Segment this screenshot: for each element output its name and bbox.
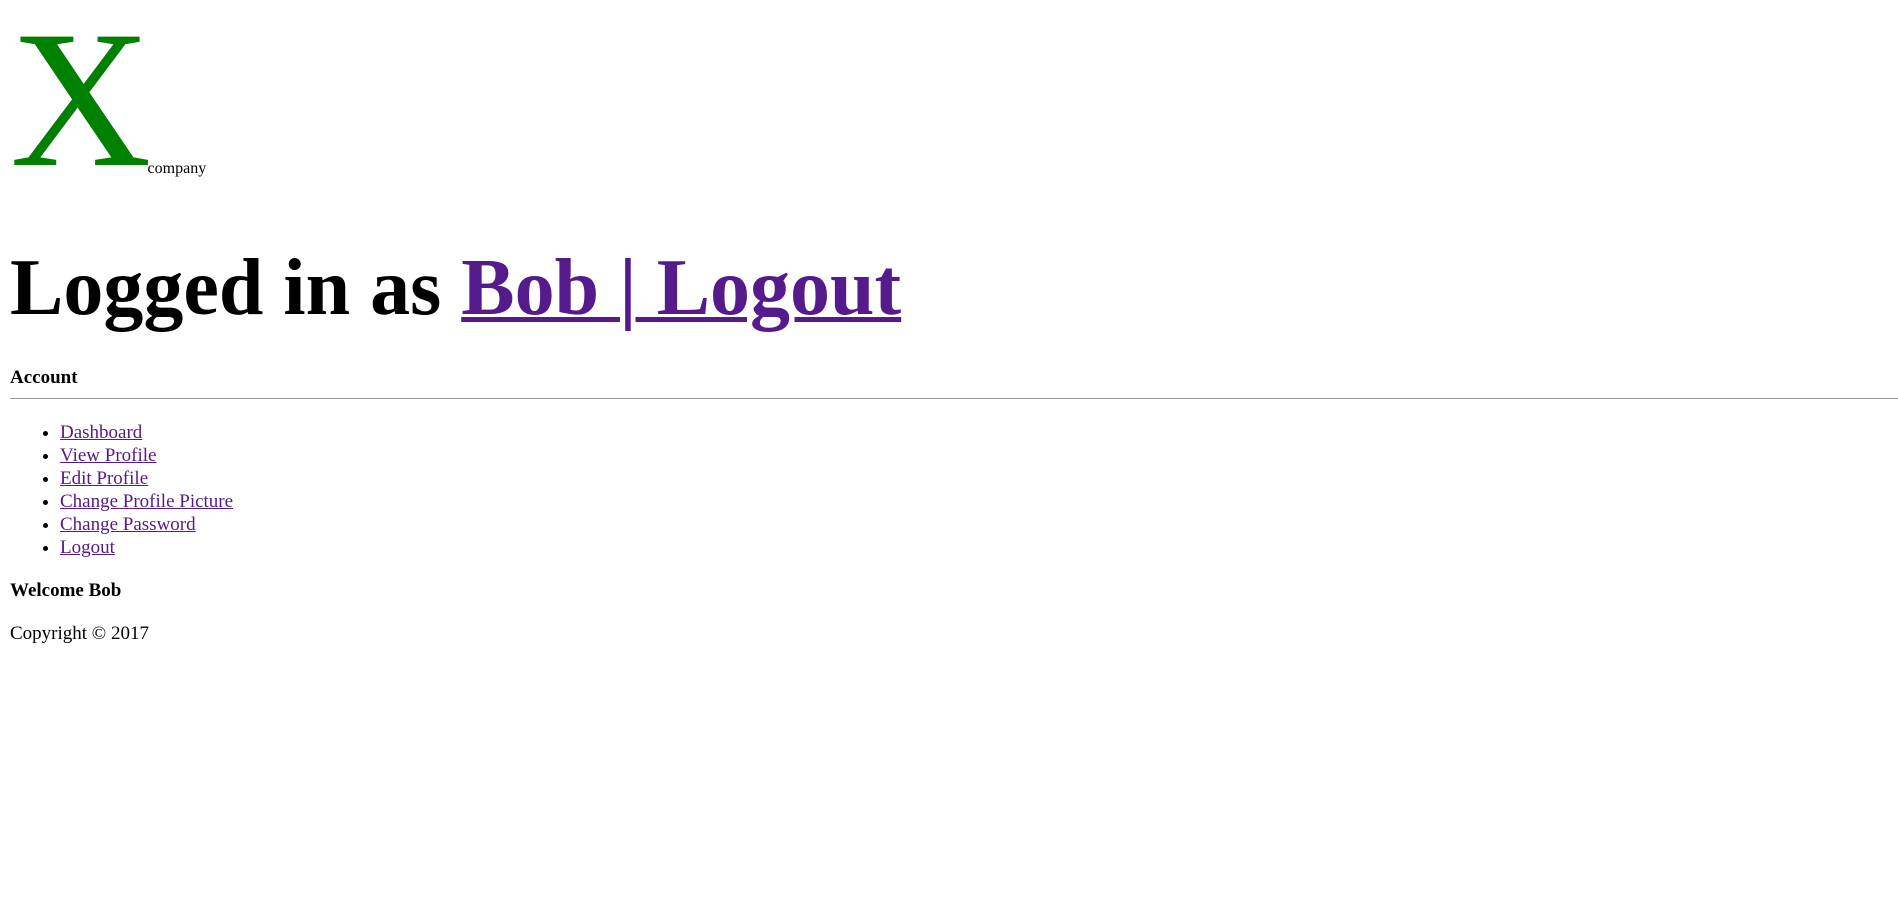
nav-item-logout: Logout (60, 536, 233, 559)
page: Xcompany Logged in as Bob | Logout Accou… (0, 0, 1898, 900)
logged-in-heading: Logged in as Bob | Logout (10, 248, 901, 328)
account-nav: Dashboard View Profile Edit Profile Chan… (10, 421, 233, 559)
logo-mark: X (10, 0, 152, 208)
nav-item-view-profile: View Profile (60, 444, 233, 467)
user-logout-link[interactable]: Bob | Logout (461, 244, 901, 332)
logout-link[interactable]: Logout (60, 537, 115, 558)
nav-item-change-picture: Change Profile Picture (60, 490, 233, 513)
view-profile-link[interactable]: View Profile (60, 445, 156, 466)
change-password-link[interactable]: Change Password (60, 514, 196, 535)
nav-item-change-password: Change Password (60, 513, 233, 536)
dashboard-link[interactable]: Dashboard (60, 422, 142, 443)
copyright-text: Copyright © 2017 (10, 623, 149, 644)
account-heading: Account (10, 367, 78, 388)
divider (10, 398, 1898, 399)
change-profile-picture-link[interactable]: Change Profile Picture (60, 491, 233, 512)
welcome-message: Welcome Bob (10, 580, 122, 601)
logo-text: company (147, 159, 207, 177)
company-logo: Xcompany (10, 0, 207, 208)
nav-item-dashboard: Dashboard (60, 421, 233, 444)
nav-item-edit-profile: Edit Profile (60, 467, 233, 490)
edit-profile-link[interactable]: Edit Profile (60, 468, 148, 489)
logged-in-prefix: Logged in as (10, 244, 442, 332)
